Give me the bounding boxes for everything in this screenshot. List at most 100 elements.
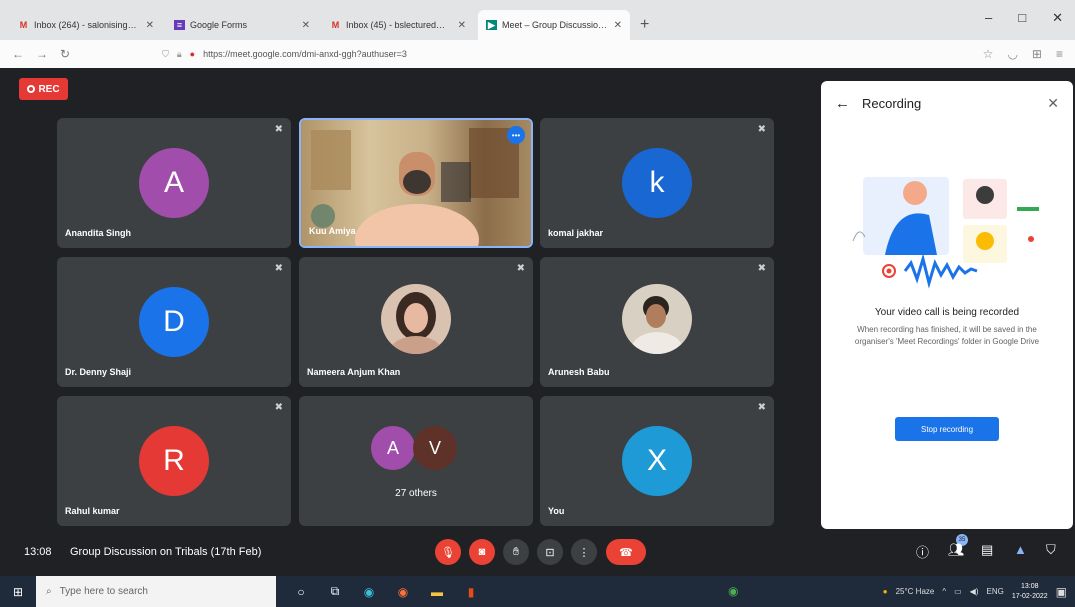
close-tab-icon[interactable]: ✕ — [614, 20, 622, 31]
taskbar-search[interactable]: ⌕ Type here to search — [36, 576, 276, 607]
office-icon[interactable]: ▮ — [464, 585, 478, 599]
search-placeholder: Type here to search — [59, 586, 148, 597]
mic-muted-icon: ✖ — [274, 263, 283, 274]
windows-start-icon[interactable]: ⊞ — [0, 585, 36, 599]
close-icon[interactable]: ✕ — [1047, 95, 1059, 112]
mic-muted-icon: ✖ — [274, 402, 283, 413]
close-tab-icon[interactable]: ✕ — [146, 20, 154, 31]
panel-header: ← Recording ✕ — [835, 95, 1059, 112]
close-tab-icon[interactable]: ✕ — [458, 20, 466, 31]
participant-name: Dr. Denny Shaji — [65, 367, 132, 377]
browser-tab[interactable]: ≡ Google Forms ✕ — [166, 10, 318, 40]
mic-off-icon: 🎙︎ — [441, 546, 455, 559]
more-vert-icon: ⋮ — [578, 546, 590, 559]
participant-tile-speaker[interactable]: ••• Kuu Amiya — [299, 118, 533, 248]
meeting-name: Group Discussion on Tribals (17th Feb) — [70, 546, 262, 558]
meet-stage: REC ✖ A Anandita Singh ••• Kuu Amiya ✖ k… — [0, 68, 1075, 576]
more-options-icon[interactable]: ••• — [507, 126, 525, 144]
people-icon[interactable]: 👥︎ — [948, 542, 965, 558]
present-button[interactable]: ⊡ — [537, 539, 563, 565]
volume-icon[interactable]: ◀) — [970, 587, 979, 596]
others-count: 27 others — [395, 488, 437, 499]
participant-name: Rahul kumar — [65, 506, 120, 516]
browser-tab[interactable]: M Inbox (264) - salonisinghania@... ✕ — [10, 10, 162, 40]
rec-label: REC — [38, 83, 60, 95]
windows-taskbar: ⊞ ⌕ Type here to search ○ ⧉ ◉ ◉ ▬ ▮ ◉ ● … — [0, 576, 1075, 607]
woman-photo — [381, 284, 451, 354]
new-tab-icon[interactable]: + — [640, 16, 649, 34]
system-tray: ● 25°C Haze ^ ▭ ◀) ENG 13:08 17-02-2022 … — [883, 576, 1067, 607]
camera-off-button[interactable]: ◙ — [469, 539, 495, 565]
participant-name: Nameera Anjum Khan — [307, 367, 401, 377]
recording-illustration — [852, 177, 1039, 289]
notifications-icon[interactable]: ▣ — [1056, 585, 1067, 599]
avatar: k — [622, 148, 692, 218]
man-photo — [622, 284, 692, 354]
browser-tab[interactable]: M Inbox (45) - bslectured@online... ✕ — [322, 10, 474, 40]
address-bar[interactable]: ⛉ 🔒︎ ● https://meet.google.com/dmi-anxd-… — [162, 44, 971, 64]
meet-icon: ▶ — [486, 20, 497, 30]
language-indicator[interactable]: ENG — [987, 587, 1004, 596]
back-icon[interactable]: ← — [12, 47, 24, 61]
gmail-icon: M — [19, 20, 28, 30]
back-arrow-icon[interactable]: ← — [835, 95, 850, 112]
weather-text[interactable]: 25°C Haze — [896, 587, 935, 596]
hand-icon: ✋︎ — [512, 545, 520, 558]
forms-icon: ≡ — [174, 20, 185, 30]
participant-name: Arunesh Babu — [548, 367, 610, 377]
cortana-icon[interactable]: ○ — [294, 585, 308, 599]
firefox-icon[interactable]: ◉ — [396, 585, 410, 599]
recording-panel: ← Recording ✕ Your video call is being r — [821, 81, 1073, 529]
menu-icon[interactable]: ≡ — [1056, 47, 1063, 61]
close-window-icon[interactable]: ✕ — [1052, 10, 1063, 26]
participant-tile[interactable]: ✖ D Dr. Denny Shaji — [57, 257, 291, 387]
activities-icon[interactable]: ▲ — [1014, 542, 1027, 557]
mic-muted-icon: ✖ — [757, 124, 766, 135]
participant-tile[interactable]: ✖ R Rahul kumar — [57, 396, 291, 526]
chrome-taskbar-icon[interactable]: ◉ — [728, 584, 738, 598]
participant-tile[interactable]: ✖ A Anandita Singh — [57, 118, 291, 248]
url-text: https://meet.google.com/dmi-anxd-ggh?aut… — [203, 49, 407, 59]
present-icon: ⊡ — [545, 546, 555, 559]
chat-icon[interactable]: ▤ — [981, 542, 993, 558]
info-icon[interactable]: ⓘ — [916, 542, 929, 561]
file-explorer-icon[interactable]: ▬ — [430, 585, 444, 599]
tray-expand-icon[interactable]: ^ — [942, 587, 946, 596]
browser-tab-active[interactable]: ▶ Meet – Group Discussion on Tr... ✕ — [478, 10, 630, 40]
tab-title: Inbox (45) - bslectured@online... — [346, 20, 452, 30]
leave-call-button[interactable]: ☎︎ — [606, 539, 646, 565]
browser-tab-strip: M Inbox (264) - salonisinghania@... ✕ ≡ … — [0, 0, 1075, 40]
avatar: D — [139, 287, 209, 357]
participant-name: You — [548, 506, 565, 516]
maximize-icon[interactable]: □ — [1018, 10, 1026, 26]
clock[interactable]: 13:08 17-02-2022 — [1012, 582, 1048, 602]
close-tab-icon[interactable]: ✕ — [302, 20, 310, 31]
others-tile[interactable]: A V 27 others — [299, 396, 533, 526]
participant-tile[interactable]: ✖ Nameera Anjum Khan — [299, 257, 533, 387]
meeting-time: 13:08 — [24, 546, 52, 558]
forward-icon[interactable]: → — [36, 47, 48, 61]
recording-status-title: Your video call is being recorded — [874, 307, 1020, 318]
network-icon[interactable]: ▭ — [954, 587, 962, 596]
edge-icon[interactable]: ◉ — [362, 585, 376, 599]
extensions-icon[interactable]: ⊞ — [1032, 47, 1042, 61]
raise-hand-button[interactable]: ✋︎ — [503, 539, 529, 565]
browser-toolbar-right: ☆ ◡ ⊞ ≡ — [983, 47, 1063, 61]
host-controls-icon[interactable]: ⛉ — [1046, 542, 1056, 558]
mic-off-button[interactable]: 🎙︎ — [435, 539, 461, 565]
participant-tile[interactable]: ✖ Arunesh Babu — [540, 257, 774, 387]
participant-tile-self[interactable]: ✖ X You — [540, 396, 774, 526]
participant-name: Kuu Amiya — [309, 226, 356, 236]
bookmark-star-icon[interactable]: ☆ — [983, 47, 994, 61]
stop-recording-button[interactable]: Stop recording — [895, 417, 999, 441]
participant-tile[interactable]: ✖ k komal jakhar — [540, 118, 774, 248]
task-view-icon[interactable]: ⧉ — [328, 584, 342, 599]
avatar: V — [413, 426, 457, 470]
recording-indicator: REC — [19, 78, 68, 100]
avatar: A — [139, 148, 209, 218]
reload-icon[interactable]: ↻ — [60, 47, 70, 61]
panel-title: Recording — [862, 96, 922, 111]
minimize-icon[interactable]: – — [985, 10, 992, 26]
pocket-icon[interactable]: ◡ — [1007, 47, 1017, 61]
more-options-button[interactable]: ⋮ — [571, 539, 597, 565]
